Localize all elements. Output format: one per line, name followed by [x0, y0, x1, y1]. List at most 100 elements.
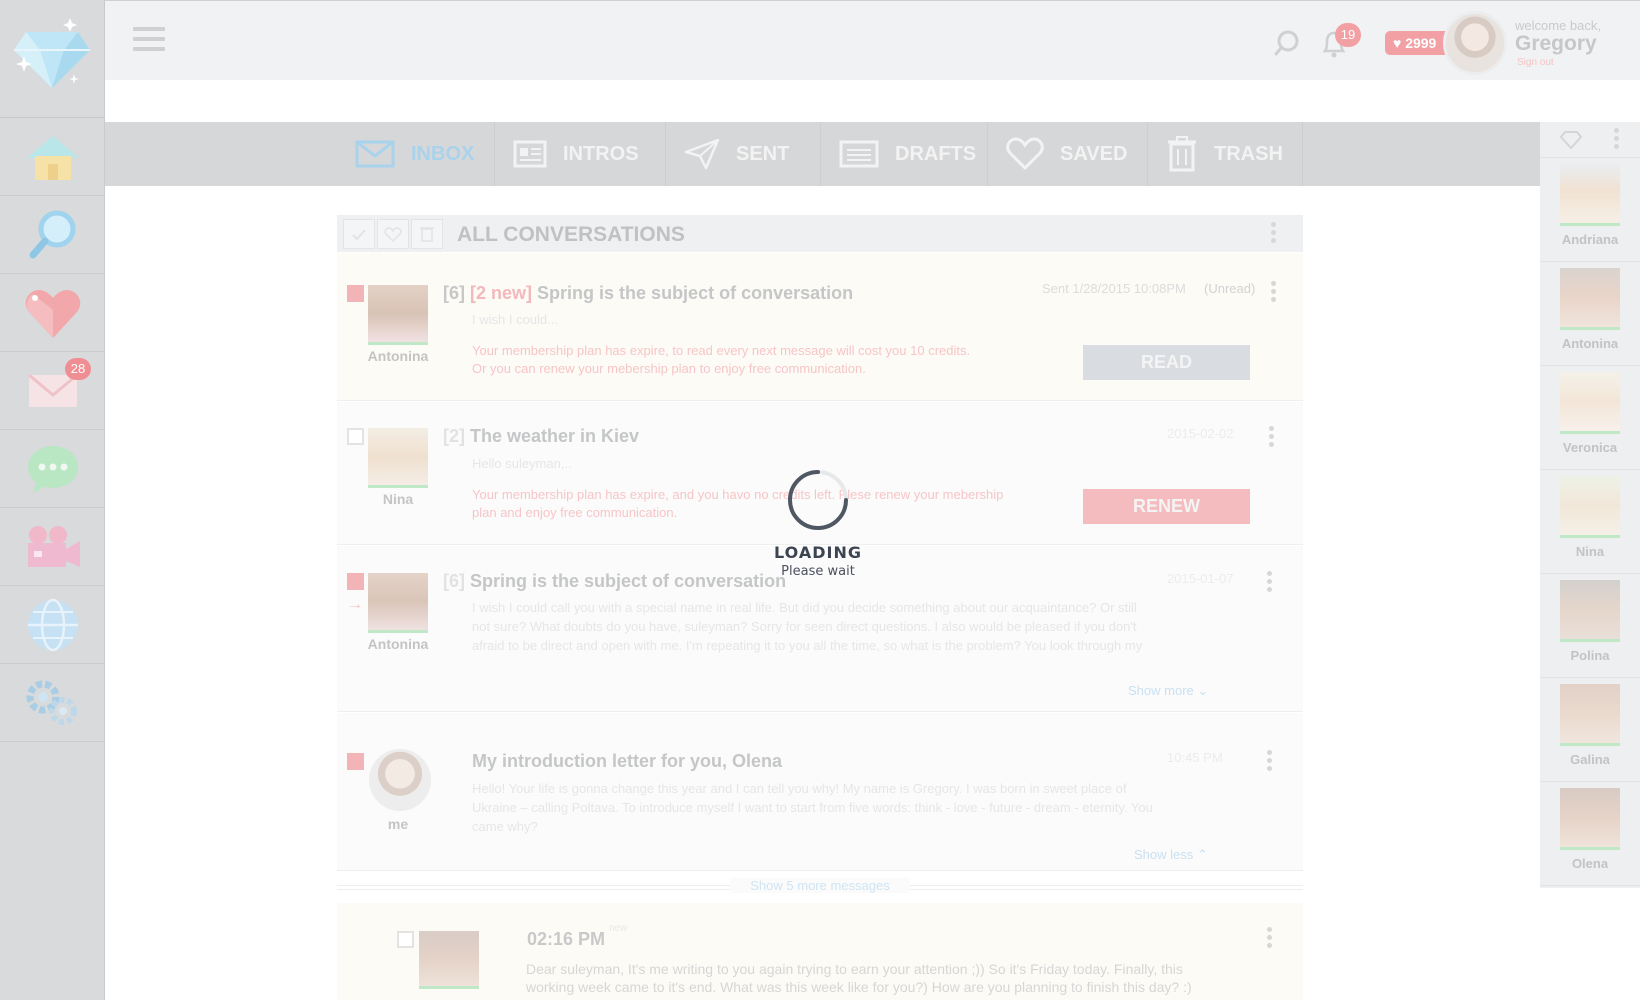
sidebar-item-home[interactable] [0, 118, 105, 196]
unread-status: (Unread) [1204, 281, 1256, 296]
sender-photo[interactable] [419, 931, 479, 989]
save-selected-button[interactable] [377, 219, 409, 249]
message-preview-line-2: Ukraine – calling Poltava. To introduce … [472, 800, 1153, 815]
conversation-subject[interactable]: [2] The weather in Kiev [443, 426, 639, 447]
message-preview: Hello suleyman,.. [472, 456, 572, 471]
sender-name[interactable]: Nina [358, 491, 438, 507]
sent-date: Sent 1/28/2015 10:08PM [1042, 281, 1186, 296]
sign-out-link[interactable]: Sign out [1517, 57, 1554, 68]
show-more-link[interactable]: Show more ⌄ [1128, 683, 1208, 699]
message-checkbox[interactable] [397, 931, 414, 948]
envelope-icon [355, 140, 395, 168]
message-text-line-2: working week came to it's end. What was … [526, 979, 1192, 995]
gear-icon [26, 680, 77, 725]
conversations-header: ALL CONVERSATIONS [337, 215, 1303, 252]
person-item[interactable]: Veronica [1540, 366, 1640, 470]
online-people-panel: Andriana Antonina Veronica Nina Polina G… [1540, 122, 1640, 888]
trash-icon [420, 227, 434, 242]
my-avatar[interactable] [369, 749, 431, 811]
show-more-messages-link[interactable]: Show 5 more messages [730, 878, 910, 893]
house-icon [26, 135, 79, 180]
tab-inbox[interactable]: INBOX [337, 122, 495, 186]
sender-photo[interactable] [368, 285, 428, 345]
tab-sent[interactable]: SENT [666, 122, 821, 186]
row-checkbox[interactable] [347, 573, 364, 590]
panel-menu-icon[interactable] [1614, 128, 1620, 152]
person-item[interactable]: Antonina [1540, 262, 1640, 366]
select-all-button[interactable] [343, 219, 375, 249]
delete-selected-button[interactable] [411, 219, 443, 249]
tab-intros[interactable]: INTROS [495, 122, 666, 186]
message-preview-line-3: came why? [472, 819, 538, 834]
person-item[interactable]: Andriana [1540, 158, 1640, 262]
magnifier-icon [29, 210, 75, 258]
mail-badge: 28 [65, 358, 91, 380]
user-avatar[interactable] [1443, 11, 1507, 75]
hamburger-menu-icon[interactable] [133, 27, 165, 55]
message-menu-icon[interactable] [1267, 927, 1273, 951]
sidebar-item-video[interactable] [0, 508, 105, 586]
heart-icon [25, 289, 80, 338]
online-panel-header [1540, 122, 1640, 158]
heart-outline-icon [1006, 137, 1044, 171]
sidebar-item-favorites[interactable] [0, 274, 105, 352]
sent-date: 2015-02-02 [1167, 426, 1234, 441]
chevron-down-icon: ⌄ [1197, 683, 1209, 698]
sidebar-item-settings[interactable] [0, 664, 105, 742]
sender-photo[interactable] [368, 573, 428, 633]
message-preview-line-3: afraid to be direct and open with me. I'… [472, 638, 1143, 653]
sent-date: 2015-01-07 [1167, 571, 1234, 586]
sender-name[interactable]: me [358, 816, 438, 832]
tab-trash[interactable]: TRASH [1148, 122, 1303, 186]
globe-icon [27, 598, 78, 651]
tab-saved[interactable]: SAVED [988, 122, 1148, 186]
list-menu-icon[interactable] [1271, 222, 1277, 246]
sender-name[interactable]: Antonina [358, 636, 438, 652]
renew-button[interactable]: RENEW [1083, 489, 1250, 524]
sidebar-item-chat[interactable] [0, 430, 105, 508]
loading-subtitle: Please wait [781, 564, 855, 579]
person-item[interactable]: Polina [1540, 574, 1640, 678]
row-checkbox[interactable] [347, 753, 364, 770]
message-preview-line-2: not sure? What doubts do you have, suley… [472, 619, 1137, 634]
person-photo [1560, 580, 1620, 642]
row-checkbox[interactable] [347, 428, 364, 445]
sender-name[interactable]: Antonina [358, 348, 438, 364]
sent-time: 10:45 PM [1167, 750, 1223, 765]
conversation-row[interactable]: Antonina [6] [2 new] Spring is the subje… [337, 253, 1303, 401]
row-menu-icon[interactable] [1267, 571, 1273, 595]
membership-warning: Your membership plan has expire, and you… [472, 487, 1004, 502]
sender-photo[interactable] [368, 428, 428, 488]
diamond-logo[interactable] [0, 0, 105, 118]
person-item[interactable]: Galina [1540, 678, 1640, 782]
conversation-subject[interactable]: [6] [2 new] Spring is the subject of con… [443, 283, 853, 304]
notification-badge: 19 [1335, 23, 1361, 47]
left-sidebar: 28 [0, 0, 105, 1000]
row-menu-icon[interactable] [1267, 750, 1273, 774]
message-preview-line-1: I wish I could call you with a special n… [472, 600, 1137, 615]
loading-indicator: LOADING Please wait [764, 468, 872, 579]
diamond-small-icon: ♥ [1393, 35, 1406, 51]
user-name[interactable]: Gregory [1515, 32, 1597, 56]
message-preview: I wish I could... [472, 312, 558, 327]
tab-drafts[interactable]: DRAFTS [821, 122, 988, 186]
row-menu-icon[interactable] [1271, 281, 1277, 305]
person-item[interactable]: Nina [1540, 470, 1640, 574]
sidebar-item-mail[interactable]: 28 [0, 352, 105, 430]
sidebar-item-search[interactable] [0, 196, 105, 274]
conversation-subject[interactable]: My introduction letter for you, Olena [472, 751, 782, 772]
draft-icon [839, 140, 879, 168]
message-item[interactable]: 02:16 PM new Dear suleyman, It's me writ… [337, 903, 1303, 1000]
search-icon[interactable] [1273, 29, 1301, 57]
sidebar-item-globe[interactable] [0, 586, 105, 664]
show-less-link[interactable]: Show less ⌃ [1134, 847, 1208, 863]
heart-outline-icon [384, 227, 402, 243]
conversation-row[interactable]: me My introduction letter for you, Olena… [337, 713, 1303, 871]
row-menu-icon[interactable] [1269, 426, 1275, 450]
intro-card-icon [513, 140, 547, 168]
row-checkbox[interactable] [347, 285, 364, 302]
person-item[interactable]: Olena [1540, 782, 1640, 886]
conversation-subject[interactable]: [6] Spring is the subject of conversatio… [443, 571, 786, 592]
diamond-icon[interactable] [1560, 131, 1582, 149]
read-button[interactable]: READ [1083, 345, 1250, 380]
